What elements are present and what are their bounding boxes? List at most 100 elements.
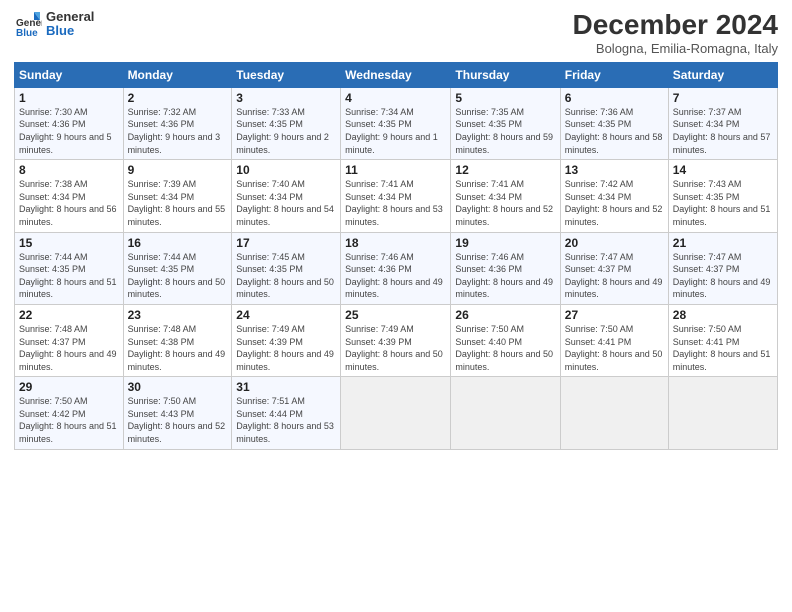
day-number: 10 xyxy=(236,163,336,177)
day-info: Sunrise: 7:33 AMSunset: 4:35 PMDaylight:… xyxy=(236,106,336,156)
day-cell: 7Sunrise: 7:37 AMSunset: 4:34 PMDaylight… xyxy=(668,87,777,159)
col-header-sunday: Sunday xyxy=(15,62,124,87)
day-cell: 23Sunrise: 7:48 AMSunset: 4:38 PMDayligh… xyxy=(123,304,232,376)
day-cell: 8Sunrise: 7:38 AMSunset: 4:34 PMDaylight… xyxy=(15,160,124,232)
day-info: Sunrise: 7:50 AMSunset: 4:42 PMDaylight:… xyxy=(19,395,119,445)
day-cell: 15Sunrise: 7:44 AMSunset: 4:35 PMDayligh… xyxy=(15,232,124,304)
location-subtitle: Bologna, Emilia-Romagna, Italy xyxy=(573,41,778,56)
day-info: Sunrise: 7:32 AMSunset: 4:36 PMDaylight:… xyxy=(128,106,228,156)
day-info: Sunrise: 7:44 AMSunset: 4:35 PMDaylight:… xyxy=(19,251,119,301)
col-header-monday: Monday xyxy=(123,62,232,87)
day-info: Sunrise: 7:46 AMSunset: 4:36 PMDaylight:… xyxy=(455,251,555,301)
day-cell: 14Sunrise: 7:43 AMSunset: 4:35 PMDayligh… xyxy=(668,160,777,232)
day-info: Sunrise: 7:30 AMSunset: 4:36 PMDaylight:… xyxy=(19,106,119,156)
day-info: Sunrise: 7:34 AMSunset: 4:35 PMDaylight:… xyxy=(345,106,446,156)
header-row: SundayMondayTuesdayWednesdayThursdayFrid… xyxy=(15,62,778,87)
day-info: Sunrise: 7:39 AMSunset: 4:34 PMDaylight:… xyxy=(128,178,228,228)
day-number: 31 xyxy=(236,380,336,394)
day-info: Sunrise: 7:47 AMSunset: 4:37 PMDaylight:… xyxy=(565,251,664,301)
day-cell: 21Sunrise: 7:47 AMSunset: 4:37 PMDayligh… xyxy=(668,232,777,304)
week-row-4: 22Sunrise: 7:48 AMSunset: 4:37 PMDayligh… xyxy=(15,304,778,376)
day-number: 9 xyxy=(128,163,228,177)
day-number: 26 xyxy=(455,308,555,322)
day-cell: 22Sunrise: 7:48 AMSunset: 4:37 PMDayligh… xyxy=(15,304,124,376)
week-row-5: 29Sunrise: 7:50 AMSunset: 4:42 PMDayligh… xyxy=(15,377,778,449)
week-row-1: 1Sunrise: 7:30 AMSunset: 4:36 PMDaylight… xyxy=(15,87,778,159)
logo-general-text: General xyxy=(46,10,94,24)
day-number: 17 xyxy=(236,236,336,250)
page: General Blue General Blue December 2024 … xyxy=(0,0,792,612)
day-number: 11 xyxy=(345,163,446,177)
day-cell: 29Sunrise: 7:50 AMSunset: 4:42 PMDayligh… xyxy=(15,377,124,449)
col-header-thursday: Thursday xyxy=(451,62,560,87)
day-cell: 4Sunrise: 7:34 AMSunset: 4:35 PMDaylight… xyxy=(341,87,451,159)
day-cell: 11Sunrise: 7:41 AMSunset: 4:34 PMDayligh… xyxy=(341,160,451,232)
day-info: Sunrise: 7:44 AMSunset: 4:35 PMDaylight:… xyxy=(128,251,228,301)
day-number: 6 xyxy=(565,91,664,105)
day-info: Sunrise: 7:47 AMSunset: 4:37 PMDaylight:… xyxy=(673,251,773,301)
day-info: Sunrise: 7:49 AMSunset: 4:39 PMDaylight:… xyxy=(236,323,336,373)
day-info: Sunrise: 7:43 AMSunset: 4:35 PMDaylight:… xyxy=(673,178,773,228)
day-cell: 6Sunrise: 7:36 AMSunset: 4:35 PMDaylight… xyxy=(560,87,668,159)
day-info: Sunrise: 7:45 AMSunset: 4:35 PMDaylight:… xyxy=(236,251,336,301)
day-number: 21 xyxy=(673,236,773,250)
day-info: Sunrise: 7:42 AMSunset: 4:34 PMDaylight:… xyxy=(565,178,664,228)
day-cell: 3Sunrise: 7:33 AMSunset: 4:35 PMDaylight… xyxy=(232,87,341,159)
day-cell: 1Sunrise: 7:30 AMSunset: 4:36 PMDaylight… xyxy=(15,87,124,159)
logo-icon: General Blue xyxy=(14,10,42,38)
day-number: 15 xyxy=(19,236,119,250)
logo-blue-text: Blue xyxy=(46,24,94,38)
day-cell: 16Sunrise: 7:44 AMSunset: 4:35 PMDayligh… xyxy=(123,232,232,304)
day-cell: 18Sunrise: 7:46 AMSunset: 4:36 PMDayligh… xyxy=(341,232,451,304)
day-number: 13 xyxy=(565,163,664,177)
day-number: 8 xyxy=(19,163,119,177)
day-cell: 13Sunrise: 7:42 AMSunset: 4:34 PMDayligh… xyxy=(560,160,668,232)
day-number: 4 xyxy=(345,91,446,105)
day-number: 28 xyxy=(673,308,773,322)
week-row-2: 8Sunrise: 7:38 AMSunset: 4:34 PMDaylight… xyxy=(15,160,778,232)
day-cell: 31Sunrise: 7:51 AMSunset: 4:44 PMDayligh… xyxy=(232,377,341,449)
calendar-table: SundayMondayTuesdayWednesdayThursdayFrid… xyxy=(14,62,778,450)
day-info: Sunrise: 7:48 AMSunset: 4:38 PMDaylight:… xyxy=(128,323,228,373)
day-info: Sunrise: 7:46 AMSunset: 4:36 PMDaylight:… xyxy=(345,251,446,301)
day-number: 19 xyxy=(455,236,555,250)
day-cell: 17Sunrise: 7:45 AMSunset: 4:35 PMDayligh… xyxy=(232,232,341,304)
day-number: 12 xyxy=(455,163,555,177)
svg-text:Blue: Blue xyxy=(16,28,38,38)
day-number: 29 xyxy=(19,380,119,394)
day-cell xyxy=(451,377,560,449)
day-info: Sunrise: 7:41 AMSunset: 4:34 PMDaylight:… xyxy=(455,178,555,228)
day-cell: 25Sunrise: 7:49 AMSunset: 4:39 PMDayligh… xyxy=(341,304,451,376)
day-cell: 28Sunrise: 7:50 AMSunset: 4:41 PMDayligh… xyxy=(668,304,777,376)
day-cell xyxy=(668,377,777,449)
day-number: 2 xyxy=(128,91,228,105)
day-cell xyxy=(341,377,451,449)
col-header-tuesday: Tuesday xyxy=(232,62,341,87)
day-number: 7 xyxy=(673,91,773,105)
day-number: 20 xyxy=(565,236,664,250)
day-cell: 12Sunrise: 7:41 AMSunset: 4:34 PMDayligh… xyxy=(451,160,560,232)
day-number: 14 xyxy=(673,163,773,177)
day-cell: 24Sunrise: 7:49 AMSunset: 4:39 PMDayligh… xyxy=(232,304,341,376)
day-info: Sunrise: 7:37 AMSunset: 4:34 PMDaylight:… xyxy=(673,106,773,156)
day-info: Sunrise: 7:35 AMSunset: 4:35 PMDaylight:… xyxy=(455,106,555,156)
day-cell xyxy=(560,377,668,449)
day-number: 3 xyxy=(236,91,336,105)
day-info: Sunrise: 7:36 AMSunset: 4:35 PMDaylight:… xyxy=(565,106,664,156)
day-cell: 10Sunrise: 7:40 AMSunset: 4:34 PMDayligh… xyxy=(232,160,341,232)
day-number: 23 xyxy=(128,308,228,322)
day-cell: 19Sunrise: 7:46 AMSunset: 4:36 PMDayligh… xyxy=(451,232,560,304)
day-info: Sunrise: 7:40 AMSunset: 4:34 PMDaylight:… xyxy=(236,178,336,228)
week-row-3: 15Sunrise: 7:44 AMSunset: 4:35 PMDayligh… xyxy=(15,232,778,304)
day-info: Sunrise: 7:50 AMSunset: 4:41 PMDaylight:… xyxy=(565,323,664,373)
logo-text: General Blue xyxy=(46,10,94,39)
day-info: Sunrise: 7:50 AMSunset: 4:43 PMDaylight:… xyxy=(128,395,228,445)
month-title: December 2024 xyxy=(573,10,778,41)
day-cell: 27Sunrise: 7:50 AMSunset: 4:41 PMDayligh… xyxy=(560,304,668,376)
day-cell: 5Sunrise: 7:35 AMSunset: 4:35 PMDaylight… xyxy=(451,87,560,159)
day-number: 30 xyxy=(128,380,228,394)
day-cell: 30Sunrise: 7:50 AMSunset: 4:43 PMDayligh… xyxy=(123,377,232,449)
header: General Blue General Blue December 2024 … xyxy=(14,10,778,56)
day-cell: 20Sunrise: 7:47 AMSunset: 4:37 PMDayligh… xyxy=(560,232,668,304)
day-number: 1 xyxy=(19,91,119,105)
